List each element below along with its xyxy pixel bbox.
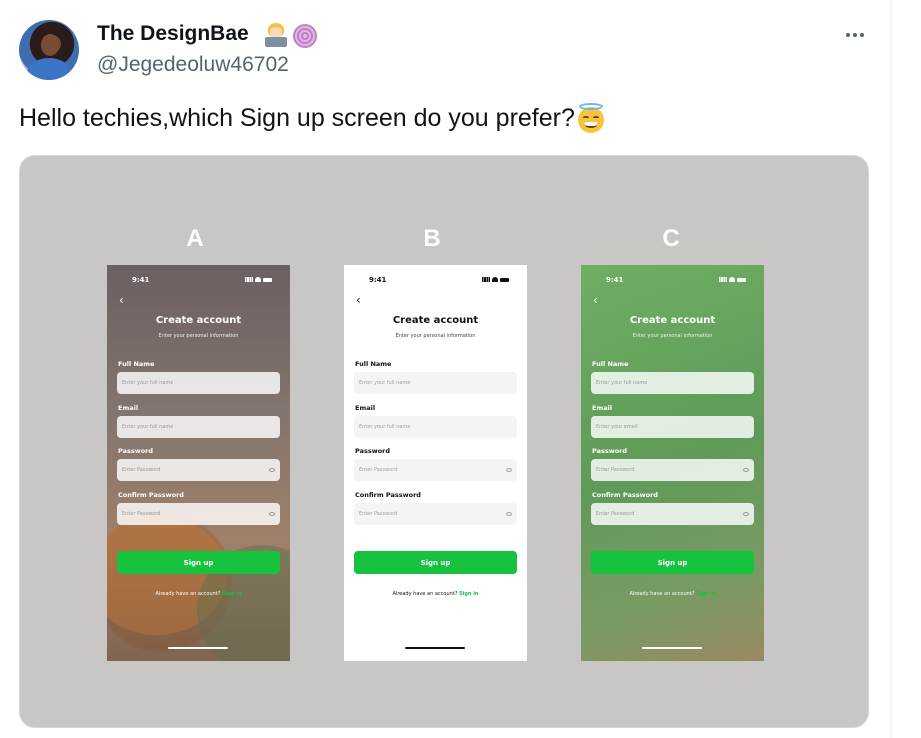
password-field: Enter Password xyxy=(354,459,517,481)
full-name-label: Full Name xyxy=(118,360,155,368)
eye-off-icon xyxy=(506,512,512,516)
status-icons xyxy=(482,277,509,282)
screen-subtitle: Enter your personal information xyxy=(632,333,713,339)
back-chevron-icon: ‹ xyxy=(356,293,361,307)
display-name[interactable]: The DesignBae xyxy=(97,22,249,46)
eye-off-icon xyxy=(743,512,749,516)
tweet-text-content: Hello techies,which Sign up screen do yo… xyxy=(19,103,575,132)
status-time: 9:41 xyxy=(132,276,150,284)
option-a-label: A xyxy=(186,225,204,252)
battery-icon xyxy=(737,277,746,282)
confirm-password-label: Confirm Password xyxy=(592,491,658,499)
battery-icon xyxy=(263,277,272,282)
dizzy-swirl-emoji-icon xyxy=(293,24,317,48)
smiling-face-with-halo-emoji-icon xyxy=(576,103,606,133)
back-chevron-icon: ‹ xyxy=(593,293,598,307)
password-label: Password xyxy=(118,447,154,455)
status-time: 9:41 xyxy=(606,276,624,284)
home-indicator xyxy=(168,647,228,649)
screen-title: Create account xyxy=(392,315,479,326)
woman-technologist-emoji-icon xyxy=(263,22,289,48)
confirm-password-field: Enter Password xyxy=(591,503,754,525)
home-indicator xyxy=(405,647,465,649)
status-icons xyxy=(719,277,746,282)
full-name-label: Full Name xyxy=(592,360,629,368)
email-label: Email xyxy=(355,404,376,412)
timeline-divider xyxy=(891,0,892,738)
have-account-text: Already have an account? Sign in xyxy=(155,591,242,597)
eye-off-icon xyxy=(269,512,275,516)
avatar-shirt xyxy=(27,58,71,80)
wifi-icon xyxy=(492,277,498,282)
eye-off-icon xyxy=(506,468,512,472)
status-time: 9:41 xyxy=(369,276,387,284)
status-icons xyxy=(245,277,272,282)
home-indicator xyxy=(642,647,702,649)
email-field: Enter your email xyxy=(591,416,754,438)
signin-link: Sign in xyxy=(459,591,479,597)
signup-screen-b: 9:41 ‹ Create account Enter your persona… xyxy=(344,265,527,661)
eye-off-icon xyxy=(269,468,275,472)
password-label: Password xyxy=(355,447,391,455)
signin-link: Sign in xyxy=(222,591,242,597)
confirm-password-field: Enter Password xyxy=(117,503,280,525)
email-field: Enter your full name xyxy=(117,416,280,438)
option-c-label: C xyxy=(662,225,680,252)
option-b-label: B xyxy=(423,225,441,252)
password-field: Enter Password xyxy=(591,459,754,481)
more-icon xyxy=(846,33,850,37)
signal-icon xyxy=(245,277,253,282)
full-name-field: Enter your full name xyxy=(591,372,754,394)
full-name-field: Enter your full name xyxy=(354,372,517,394)
have-account-text: Already have an account? Sign in xyxy=(629,591,716,597)
wifi-icon xyxy=(729,277,735,282)
signal-icon xyxy=(719,277,727,282)
signin-link: Sign in xyxy=(696,591,716,597)
screen-title: Create account xyxy=(155,315,242,326)
tweet-text: Hello techies,which Sign up screen do yo… xyxy=(19,103,606,133)
full-name-label: Full Name xyxy=(355,360,392,368)
screen-title: Create account xyxy=(629,315,716,326)
password-field: Enter Password xyxy=(117,459,280,481)
email-field: Enter your full name xyxy=(354,416,517,438)
battery-icon xyxy=(500,277,509,282)
avatar[interactable] xyxy=(19,20,79,80)
signup-button: Sign up xyxy=(117,551,280,574)
back-chevron-icon: ‹ xyxy=(119,293,124,307)
signup-screen-c: 9:41 ‹ Create account Enter your persona… xyxy=(581,265,764,661)
signup-button: Sign up xyxy=(591,551,754,574)
confirm-password-label: Confirm Password xyxy=(355,491,421,499)
screen-subtitle: Enter your personal information xyxy=(158,333,239,339)
eye-off-icon xyxy=(743,468,749,472)
signal-icon xyxy=(482,277,490,282)
password-label: Password xyxy=(592,447,628,455)
email-label: Email xyxy=(592,404,613,412)
email-label: Email xyxy=(118,404,139,412)
confirm-password-label: Confirm Password xyxy=(118,491,184,499)
name-emojis xyxy=(263,22,317,48)
signup-button: Sign up xyxy=(354,551,517,574)
wifi-icon xyxy=(255,277,261,282)
full-name-field: Enter your full name xyxy=(117,372,280,394)
signup-screen-a: 9:41 ‹ Create account Enter your persona… xyxy=(107,265,290,661)
user-handle[interactable]: @Jegedeoluw46702 xyxy=(97,53,289,77)
have-account-text: Already have an account? Sign in xyxy=(392,591,479,597)
screen-subtitle: Enter your personal information xyxy=(395,333,476,339)
more-options-button[interactable] xyxy=(840,22,870,48)
avatar-face xyxy=(41,34,59,56)
confirm-password-field: Enter Password xyxy=(354,503,517,525)
